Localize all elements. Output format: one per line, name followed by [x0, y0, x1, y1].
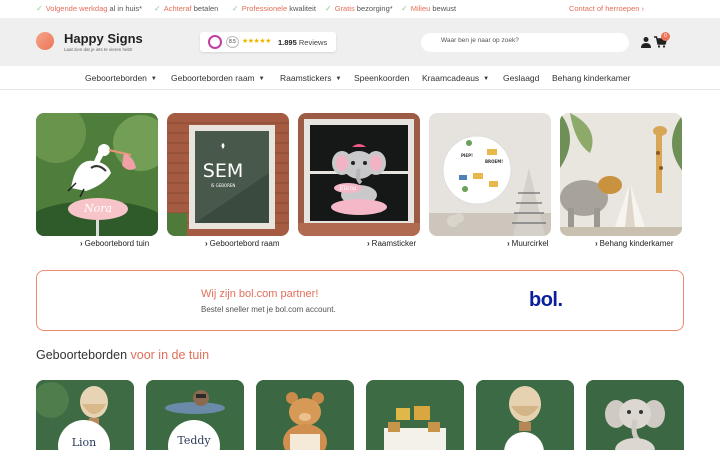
chevron-right-icon: ›	[507, 239, 510, 248]
product-card[interactable]: Teddy	[146, 380, 244, 450]
category-image-raamsticker[interactable]: Elena	[298, 113, 420, 236]
product-image-teddy: Teddy	[146, 380, 244, 450]
chevron-right-icon: ›	[595, 239, 598, 248]
category-image-geboortebord-raam[interactable]: SEM IS GEBOREN	[167, 113, 289, 236]
section-title: Geboorteborden voor in de tuin	[36, 348, 210, 362]
partner-title: Wij zijn bol.com partner!	[201, 288, 319, 300]
check-icon: ✓	[401, 4, 408, 13]
product-card[interactable]	[366, 380, 464, 450]
chevron-down-icon: ▼	[335, 76, 342, 82]
check-icon: ✓	[232, 4, 239, 13]
category-image-behang-kinderkamer[interactable]	[560, 113, 682, 236]
usp-item: ✓ Professionele kwaliteit	[232, 4, 316, 13]
user-icon[interactable]	[640, 36, 652, 48]
chevron-down-icon: ▼	[483, 76, 490, 82]
header: Happy Signs Laat zien dat je iets te vie…	[0, 18, 720, 66]
elephant-sticker-image: Elena	[298, 113, 420, 236]
usp-item: ✓ Milieu bewust	[401, 4, 457, 13]
cart-count-badge: 0	[661, 32, 670, 41]
review-count: 1.895 Reviews	[278, 38, 328, 47]
usp-item: ✓ Gratis bezorging*	[325, 4, 393, 13]
circle-text-piep: PIEP!	[461, 153, 473, 158]
product-image-balloon	[476, 380, 574, 450]
category-link-muurcirkel[interactable]: › Muurcirkel	[507, 239, 549, 248]
product-sign-name: Teddy	[177, 434, 211, 447]
star-rating-icon: ★★★★★	[242, 38, 271, 45]
product-sign-name: Lion	[72, 436, 97, 449]
main-nav: Geboorteborden ▼ Geboorteborden raam ▼ Raa…	[0, 66, 720, 90]
kiyoh-icon	[208, 35, 222, 49]
product-image-elephant	[586, 380, 684, 450]
product-image-vehicles	[366, 380, 464, 450]
category-link-geboortebord-tuin[interactable]: › Geboortebord tuin	[80, 239, 149, 248]
reviews-widget[interactable]: 8.5 ★★★★★ 1.895 Reviews	[200, 32, 336, 52]
circle-text-broem: BROEM!	[485, 159, 503, 164]
brand-name: Happy Signs	[64, 31, 143, 46]
product-card[interactable]	[586, 380, 684, 450]
check-icon: ✓	[154, 4, 161, 13]
brand-tagline: Laat zien dat je iets te vieren hebt!	[64, 47, 133, 52]
product-card[interactable]: Lion	[36, 380, 134, 450]
bol-partner-banner[interactable]: Wij zijn bol.com partner! Bestel sneller…	[36, 270, 684, 331]
product-card[interactable]	[476, 380, 574, 450]
sign-subtext: IS GEBOREN	[211, 183, 236, 188]
chevron-down-icon: ▼	[258, 76, 265, 82]
partner-subtitle: Bestel sneller met je bol.com account.	[201, 305, 336, 314]
product-image-lion: Lion	[36, 380, 134, 450]
category-link-raamsticker[interactable]: › Raamsticker	[367, 239, 416, 248]
nav-item-behang-kinderkamer[interactable]: Behang kinderkamer	[552, 73, 630, 83]
review-score: 8.5	[226, 36, 239, 48]
contact-link[interactable]: Contact of herroepen ›	[569, 4, 644, 13]
usp-item: ✓ Achteraf betalen	[154, 4, 219, 13]
category-link-geboortebord-raam[interactable]: › Geboortebord raam	[205, 239, 280, 248]
category-image-geboortebord-tuin[interactable]: Nora	[36, 113, 158, 236]
nav-item-kraamcadeaus[interactable]: Kraamcadeaus ▼	[422, 73, 489, 83]
check-icon: ✓	[325, 4, 332, 13]
chevron-down-icon: ▼	[150, 76, 157, 82]
sign-name-text: Nora	[83, 202, 112, 215]
nav-item-speenkoorden[interactable]: Speenkoorden	[354, 73, 409, 83]
sign-name-text: SEM	[203, 160, 243, 182]
stork-sign-image: Nora	[36, 113, 158, 236]
product-image-bear	[256, 380, 354, 450]
category-link-behang-kinderkamer[interactable]: › Behang kinderkamer	[595, 239, 674, 248]
search-input[interactable]	[441, 37, 621, 44]
chevron-right-icon: ›	[367, 239, 370, 248]
search-bar[interactable]	[421, 33, 629, 52]
wall-circle-image: PIEP! BROEM!	[429, 113, 551, 236]
product-card[interactable]	[256, 380, 354, 450]
nav-item-raamstickers[interactable]: Raamstickers ▼	[280, 73, 341, 83]
usp-bar: ✓ Volgende werkdag al in huis* ✓ Achteraf …	[0, 0, 720, 18]
sticker-name-text: Elena	[338, 185, 357, 192]
wallpaper-image	[560, 113, 682, 236]
bol-logo: bol.	[529, 289, 563, 311]
category-image-muurcirkel[interactable]: PIEP! BROEM!	[429, 113, 551, 236]
check-icon: ✓	[36, 4, 43, 13]
logo-icon	[36, 32, 54, 50]
chevron-right-icon: ›	[205, 239, 208, 248]
nav-item-geslaagd[interactable]: Geslaagd	[503, 73, 539, 83]
window-sign-image: SEM IS GEBOREN	[167, 113, 289, 236]
nav-item-geboorteborden[interactable]: Geboorteborden ▼	[85, 73, 157, 83]
chevron-right-icon: ›	[80, 239, 83, 248]
nav-item-geboorteborden-raam[interactable]: Geboorteborden raam ▼	[171, 73, 265, 83]
usp-item: ✓ Volgende werkdag al in huis*	[36, 4, 143, 13]
